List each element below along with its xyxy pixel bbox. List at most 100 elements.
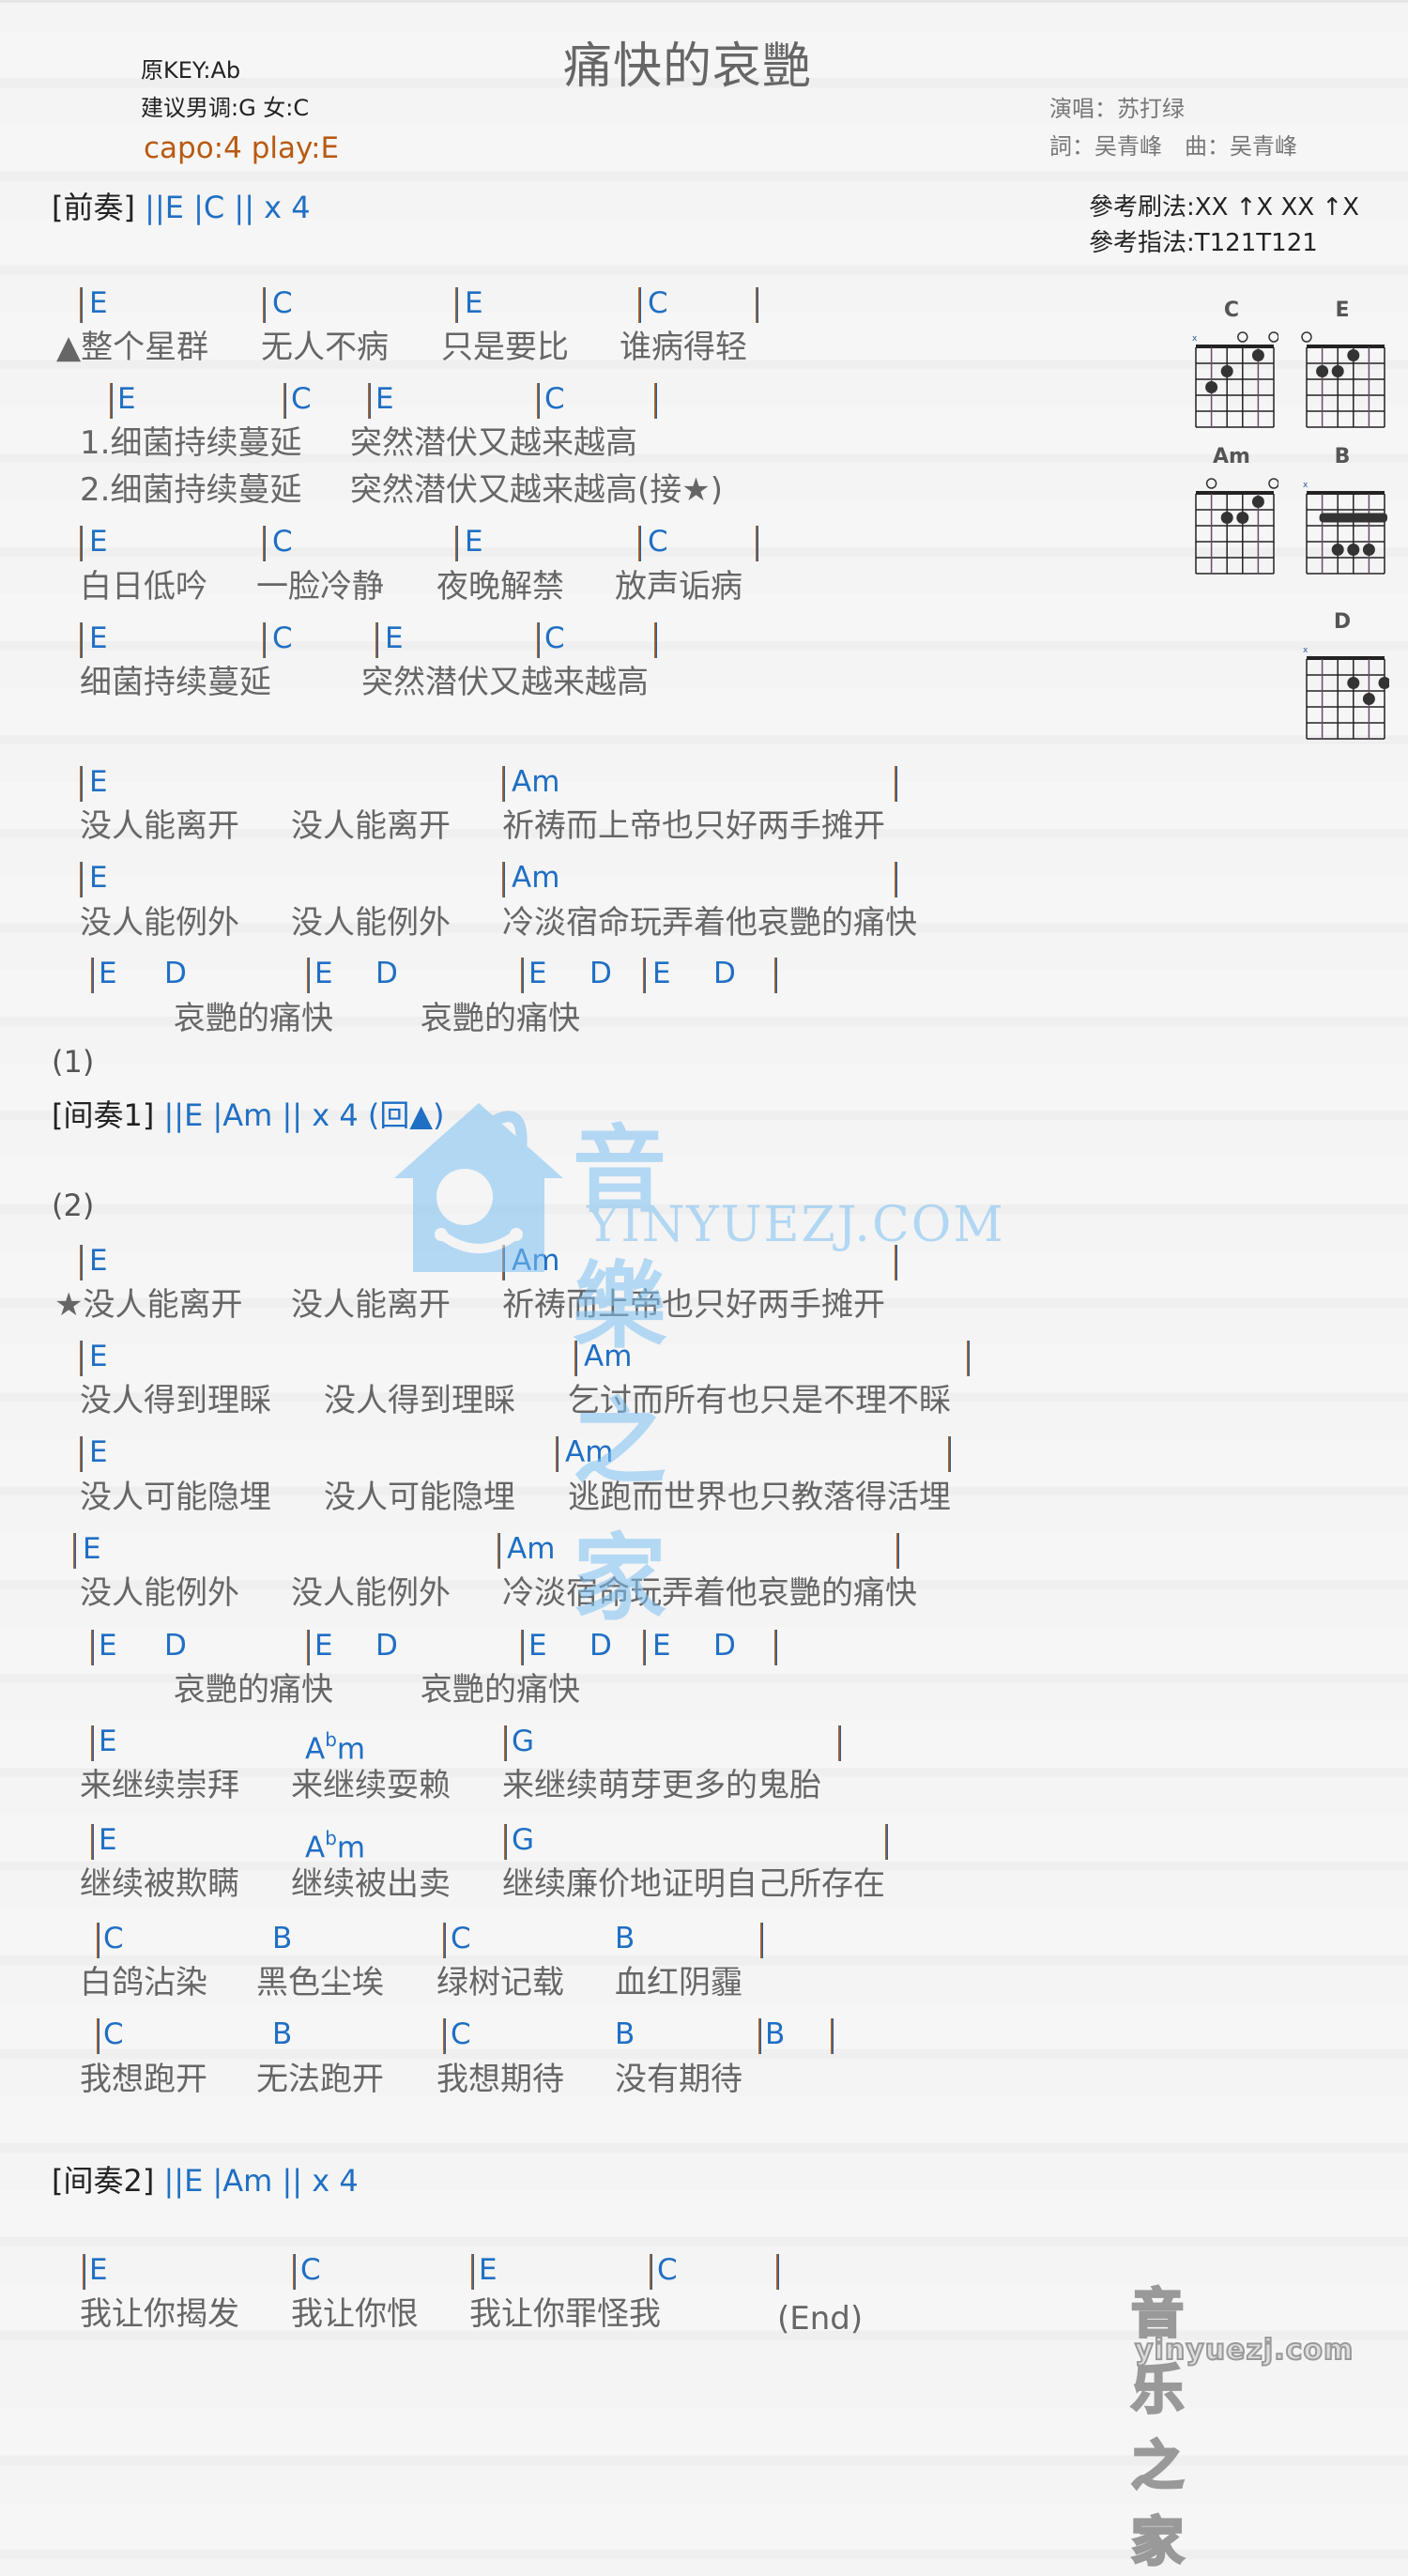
finger-dot <box>1251 349 1264 361</box>
lyric-phrase: 来继续崇拜 <box>80 1767 239 1804</box>
chord-label: C <box>103 2017 124 2051</box>
chord-label: C <box>657 2253 678 2287</box>
chord-row: E Am <box>0 1526 1126 1572</box>
interlude2-line: [间奏2] ||E |Am || x 4 <box>52 2157 359 2200</box>
chord-label: E <box>385 621 404 655</box>
chord-label: C <box>103 1922 124 1955</box>
bar-line <box>758 2018 761 2054</box>
chord-label: E <box>652 957 671 990</box>
chord-label: E <box>89 2253 108 2287</box>
chord-label: E <box>89 525 108 559</box>
chord-label: D <box>589 957 612 990</box>
chord-label: E <box>314 957 333 990</box>
lyric-phrase: 祈祷而上帝也只好两手摊开 <box>502 1286 885 1324</box>
chord-row: E Am <box>0 759 1126 805</box>
writer-credit: 詞：吴青峰 曲：吴青峰 <box>1049 133 1297 160</box>
chord-label: C <box>272 621 293 655</box>
chord-row: CBCBB <box>0 2011 1126 2058</box>
bar-line <box>638 526 641 561</box>
section-marker-1: (1) <box>52 1044 95 1080</box>
lyric-phrase: 继续廉价地证明自己所存在 <box>502 1865 885 1903</box>
interlude2-label: [间奏2] <box>52 2163 155 2199</box>
lyric-phrase: 突然潜伏又越来越高 <box>350 424 637 462</box>
bar-line <box>91 1824 94 1860</box>
chord-label: E <box>528 1629 547 1663</box>
finger-dot <box>1251 496 1264 508</box>
bar-line <box>80 1436 83 1472</box>
chord-label: E <box>89 621 108 655</box>
corner-logo-cn: 音乐之家 <box>1130 2283 1186 2575</box>
end-marker: (End) <box>777 2300 864 2338</box>
lyric-phrase: 我让你罪怪我 <box>469 2295 661 2333</box>
bar-line <box>638 287 641 323</box>
lyric-phrase: 哀艷的痛快 <box>174 1000 333 1037</box>
watermark-en: YINYUEZJ.COM <box>587 1197 1005 1253</box>
bar-line <box>80 862 83 897</box>
bar-line <box>73 1533 76 1569</box>
finger-dot <box>1347 349 1360 361</box>
lyric-row: 白日低吟 一脸冷静 夜晚解禁 放声诟病 <box>0 563 1126 610</box>
bar-line <box>556 1436 559 1472</box>
chord-diagram-e: E <box>1295 299 1389 439</box>
bar-line <box>110 383 113 419</box>
chord-label: C <box>291 382 312 416</box>
lyric-row: 白鸽沾染 黑色尘埃 绿树记载 血红阴霾 <box>0 1959 1126 2006</box>
fretboard-grid <box>1301 331 1385 428</box>
bar-line <box>497 1533 500 1569</box>
chord-label: Am <box>512 861 560 895</box>
chord-label: B <box>765 2017 786 2051</box>
bar-line <box>80 526 83 561</box>
muted-string-marker: x <box>1303 481 1309 490</box>
bar-line <box>885 1824 888 1860</box>
lyric-phrase: 放声诟病 <box>615 568 742 606</box>
chord-label: D <box>164 1629 187 1663</box>
chord-label: E <box>89 1435 108 1469</box>
bar-line <box>97 1923 99 1958</box>
bar-line <box>504 1824 507 1860</box>
lyric-row: 哀艷的痛快 哀艷的痛快 <box>0 995 1126 1042</box>
finger-pattern: 參考指法:T121T121 <box>1089 229 1318 257</box>
open-string-marker <box>1205 478 1217 489</box>
bar-line <box>502 766 505 802</box>
lyric-phrase: 1.细菌持续蔓延 <box>80 424 302 462</box>
bar-line <box>91 1630 94 1665</box>
lyric-row: 没人能例外 没人能例外 冷淡宿命玩弄着他哀艷的痛快 <box>0 899 1126 946</box>
lyric-phrase: 哀艷的痛快 <box>421 1671 580 1709</box>
bar-line <box>307 958 310 993</box>
bar-line <box>643 958 646 993</box>
finger-dot <box>1236 512 1249 524</box>
interlude2-chords: ||E |Am || x 4 <box>163 2163 359 2199</box>
bar-line <box>368 383 371 419</box>
bar-line <box>774 1630 777 1665</box>
chord-row: CBCB <box>0 1915 1126 1962</box>
chord-label: C <box>648 525 668 559</box>
open-string-marker <box>1268 478 1278 489</box>
interlude1-label: [间奏1] <box>52 1097 155 1133</box>
chord-label: D <box>713 1629 736 1663</box>
lyric-phrase: 突然潜伏又越来越高 <box>361 664 649 701</box>
lyric-phrase: 夜晚解禁 <box>436 568 564 606</box>
lyric-phrase: 没人能例外 <box>80 1574 239 1612</box>
bar-line <box>831 2018 834 2054</box>
finger-dot <box>1347 677 1360 689</box>
bar-line <box>91 958 94 993</box>
chord-label: E <box>99 1725 117 1758</box>
intro-chords: ||E |C || x 4 <box>145 190 311 225</box>
bar-line <box>967 1341 970 1376</box>
chord-diagram-d: Dx <box>1295 610 1389 751</box>
chord-row: EDEDEDED <box>0 1622 1126 1669</box>
fretboard-grid: x <box>1303 481 1387 575</box>
bar-line <box>80 1245 83 1280</box>
lyric-phrase: ★没人能离开 <box>54 1286 243 1324</box>
watermark-cn: 音樂之家 <box>573 1115 672 1633</box>
finger-dot <box>1205 381 1218 393</box>
lyric-phrase: 一脸冷静 <box>256 568 384 606</box>
open-string-marker <box>1268 331 1278 343</box>
lyric-phrase: 只是要比 <box>441 329 569 366</box>
chord-label: E <box>89 1340 108 1373</box>
finger-dot <box>1220 365 1233 377</box>
bar-line <box>774 958 777 993</box>
section-marker-2: (2) <box>52 1188 95 1223</box>
chord-label: E <box>99 1823 117 1857</box>
lyric-row: 细菌持续蔓延 突然潜伏又越来越高 <box>0 659 1126 706</box>
